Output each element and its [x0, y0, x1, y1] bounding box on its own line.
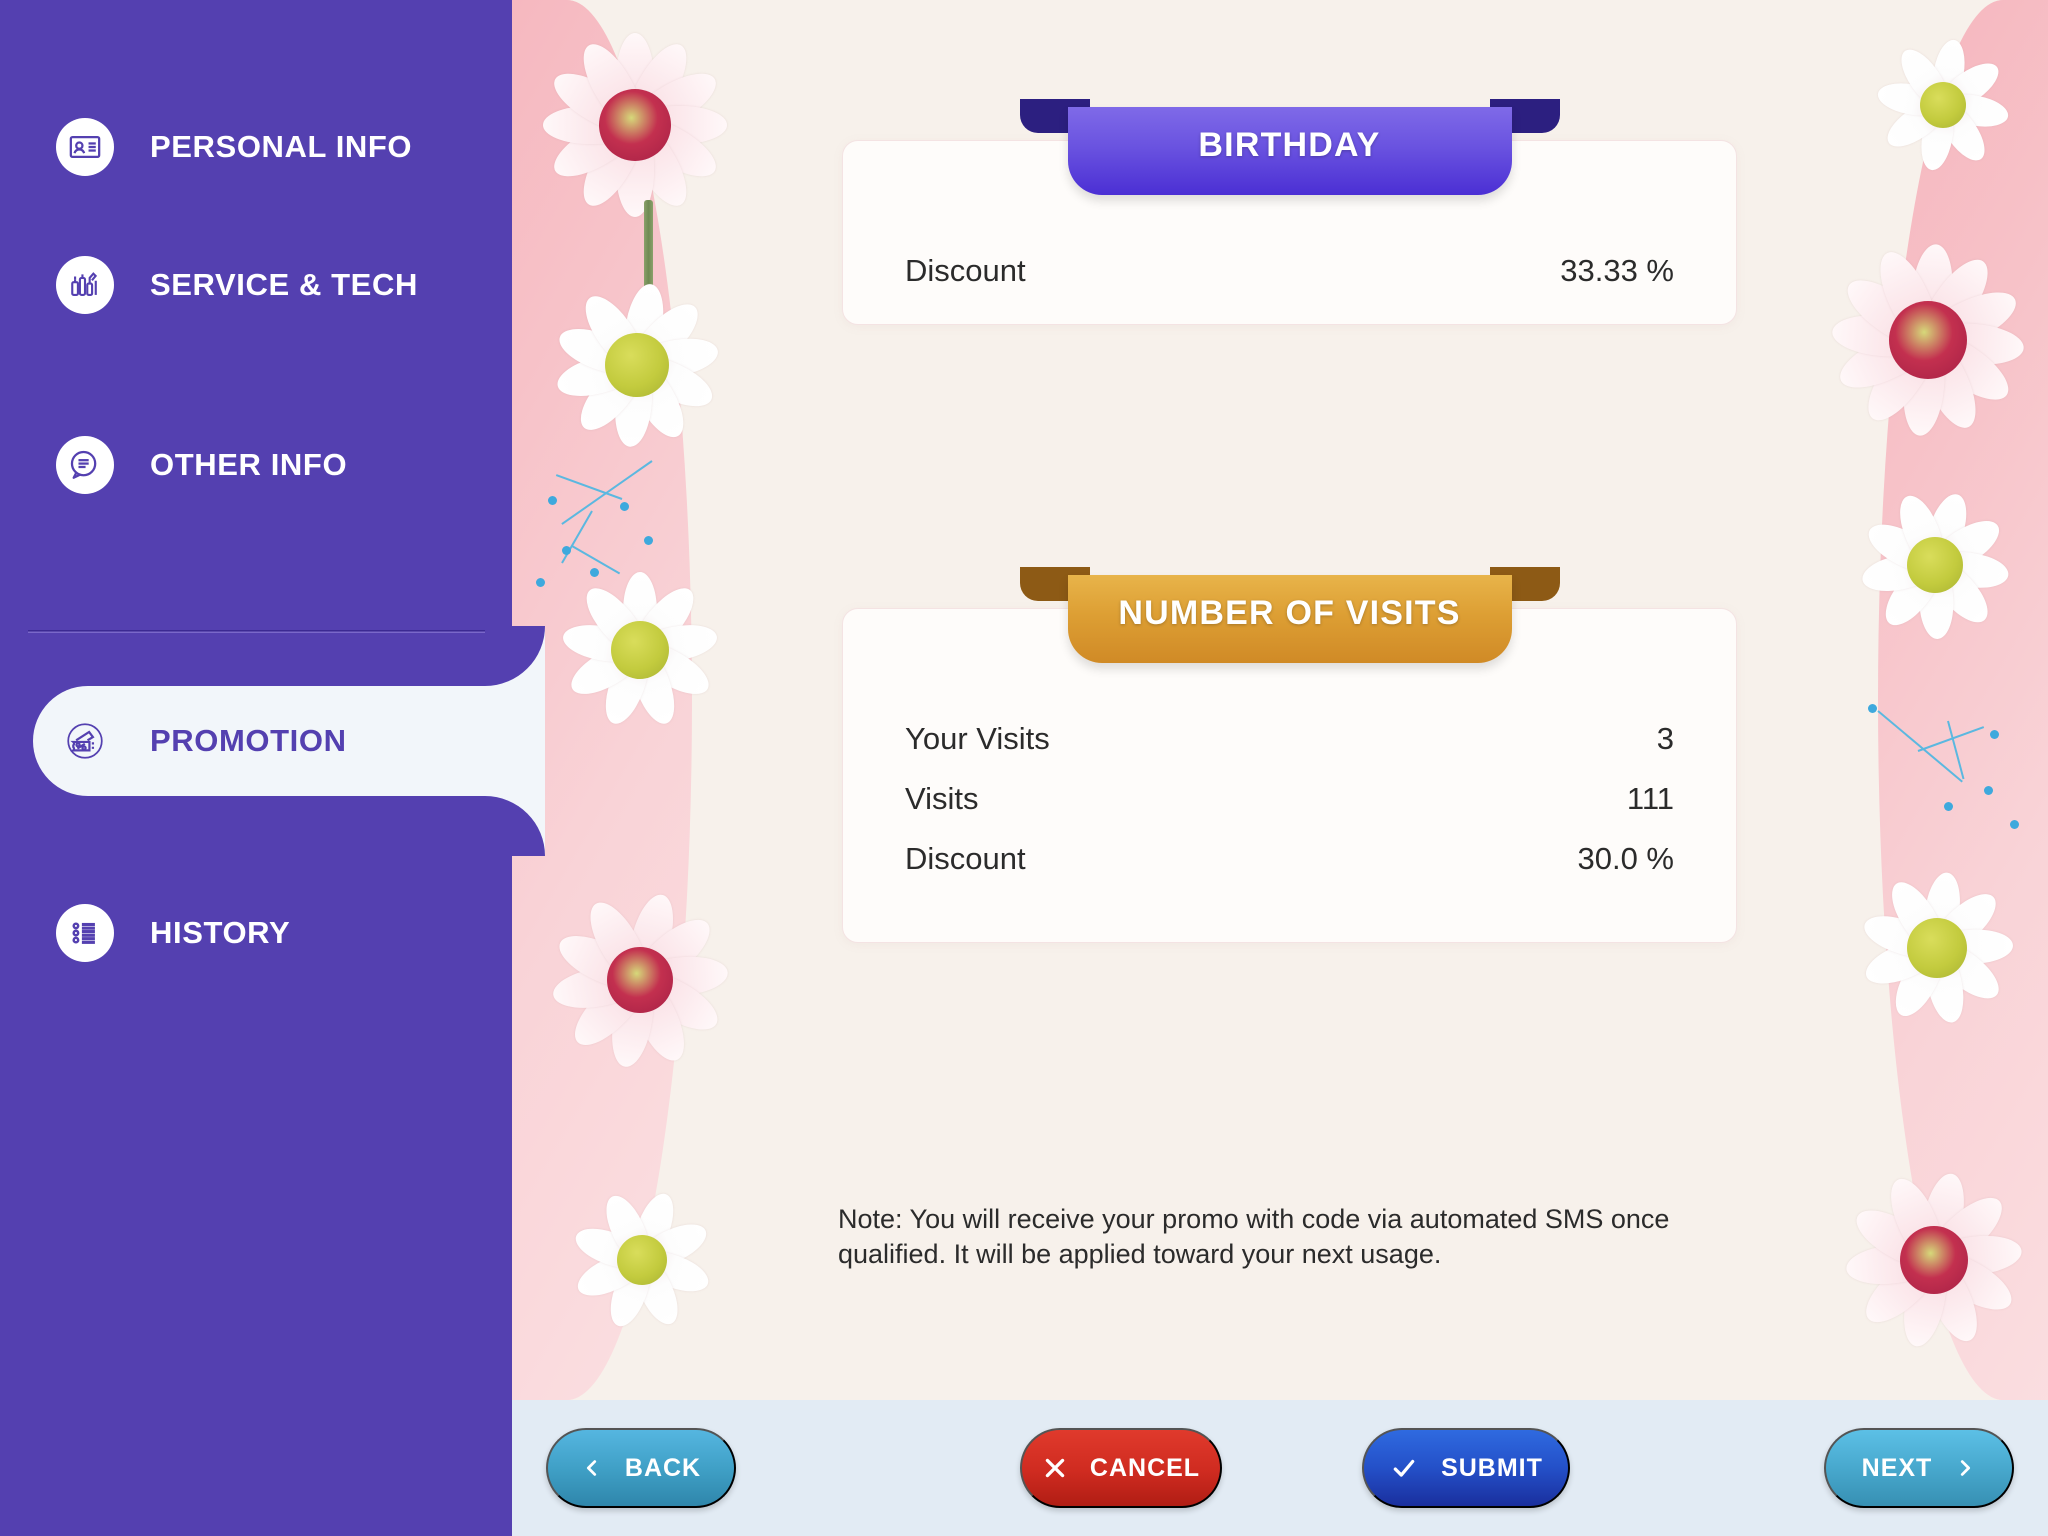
next-button[interactable]: NEXT: [1824, 1428, 2014, 1508]
sidebar: PERSONAL INFO SERVICE & TECH OTHER INFO …: [0, 0, 545, 1536]
list-history-icon: [56, 904, 114, 962]
birthday-card-title: BIRTHDAY: [1198, 125, 1381, 164]
flower-graphic: [530, 20, 740, 230]
sidebar-item-label: SERVICE & TECH: [150, 267, 418, 302]
sidebar-divider: [28, 630, 512, 633]
chevron-left-icon: [581, 1453, 603, 1483]
sidebar-item-personal-info[interactable]: PERSONAL INFO: [0, 92, 512, 202]
sidebar-item-label: PROMOTION: [150, 723, 347, 758]
content-panel: BIRTHDAY Discount 33.33 % NUMBER OF VISI…: [512, 0, 2048, 1400]
promo-note: Note: You will receive your promo with c…: [838, 1204, 1670, 1269]
back-button-label: BACK: [624, 1453, 702, 1482]
flower-graphic: [1868, 30, 2018, 180]
footer-action-bar: BACK CANCEL SUBMIT NEXT: [512, 1400, 2048, 1536]
row-value: 111: [1626, 781, 1674, 816]
number-of-visits-card: NUMBER OF VISITS Your Visits 3 Visits 11…: [842, 567, 1737, 943]
flower-graphic: [1850, 480, 2020, 650]
birthday-card: BIRTHDAY Discount 33.33 %: [842, 99, 1737, 325]
chat-info-icon: [56, 436, 114, 494]
card-row: Discount 33.33 %: [843, 253, 1736, 289]
flower-graphic: [550, 560, 730, 740]
card-row: Visits 111: [843, 781, 1736, 817]
flower-graphic: [1849, 860, 2024, 1035]
sidebar-item-promotion[interactable]: PROMOTION: [33, 626, 545, 856]
card-row: Discount 30.0 %: [843, 841, 1736, 877]
floral-decoration-left: [512, 0, 762, 1400]
sidebar-item-label: OTHER INFO: [150, 447, 348, 482]
row-value: 3: [1656, 721, 1674, 756]
flower-graphic: [1818, 230, 2038, 450]
flower-graphic: [540, 880, 740, 1080]
row-key: Your Visits: [905, 721, 1050, 756]
ribbon-body: NUMBER OF VISITS: [1067, 575, 1512, 663]
baby-breath-graphic: [1858, 690, 2038, 860]
discount-ticket-icon: [56, 712, 114, 770]
row-value: 30.0 %: [1577, 841, 1674, 876]
row-key: Visits: [905, 781, 979, 816]
row-key: Discount: [905, 253, 1026, 288]
cancel-button-label: CANCEL: [1089, 1453, 1201, 1482]
submit-button-label: SUBMIT: [1441, 1453, 1543, 1482]
chevron-right-icon: [1954, 1453, 1976, 1483]
sidebar-item-history[interactable]: HISTORY: [0, 878, 512, 988]
check-icon: [1389, 1455, 1419, 1481]
flower-graphic: [542, 270, 732, 460]
ribbon-body: BIRTHDAY: [1067, 107, 1512, 195]
visits-ribbon: NUMBER OF VISITS: [1019, 567, 1560, 663]
cosmetics-icon: [56, 256, 114, 314]
visits-card-title: NUMBER OF VISITS: [1118, 593, 1461, 632]
id-card-icon: [56, 118, 114, 176]
cancel-button[interactable]: CANCEL: [1020, 1428, 1222, 1508]
sidebar-item-label: HISTORY: [150, 915, 291, 950]
close-x-icon: [1042, 1455, 1068, 1481]
row-key: Discount: [905, 841, 1026, 876]
sidebar-item-label: PERSONAL INFO: [150, 129, 413, 164]
flower-graphic: [1834, 1160, 2034, 1360]
floral-decoration-right: [1808, 0, 2048, 1400]
app-root: PERSONAL INFO SERVICE & TECH OTHER INFO …: [0, 0, 2048, 1536]
row-value: 33.33 %: [1560, 253, 1674, 288]
card-row: Your Visits 3: [843, 721, 1736, 757]
back-button[interactable]: BACK: [546, 1428, 736, 1508]
sidebar-item-other-info[interactable]: OTHER INFO: [0, 410, 512, 520]
flower-graphic: [562, 1180, 722, 1340]
next-button-label: NEXT: [1861, 1453, 1933, 1482]
birthday-ribbon: BIRTHDAY: [1019, 99, 1560, 195]
submit-button[interactable]: SUBMIT: [1362, 1428, 1570, 1508]
sidebar-item-service-tech[interactable]: SERVICE & TECH: [0, 230, 512, 340]
